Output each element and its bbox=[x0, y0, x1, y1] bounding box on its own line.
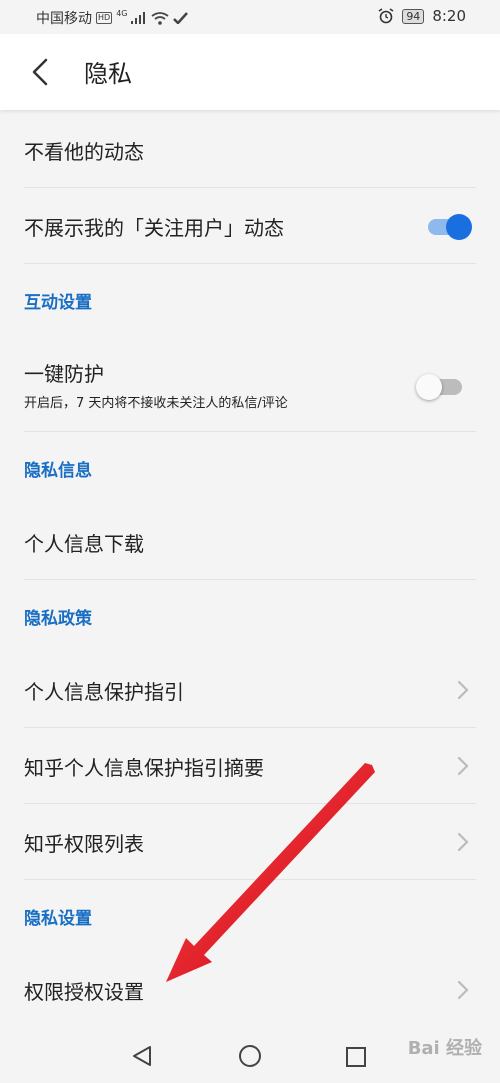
battery-indicator: 94 bbox=[402, 8, 425, 24]
alarm-icon bbox=[378, 8, 394, 24]
chevron-right-icon bbox=[457, 756, 469, 776]
row-description: 开启后，7 天内将不接收未关注人的私信/评论 bbox=[24, 396, 288, 411]
section-title: 隐私设置 bbox=[24, 909, 92, 929]
wifi-icon bbox=[151, 11, 170, 25]
row-download-info[interactable]: 个人信息下载 bbox=[0, 504, 500, 580]
row-auth-settings[interactable]: 权限授权设置 bbox=[0, 952, 500, 1028]
toggle-one-key-protect[interactable] bbox=[416, 374, 462, 400]
row-permission-list[interactable]: 知乎权限列表 bbox=[0, 804, 500, 880]
row-one-key-protect: 一键防护 开启后，7 天内将不接收未关注人的私信/评论 bbox=[0, 336, 500, 432]
row-label: 不展示我的「关注用户」动态 bbox=[24, 216, 284, 240]
row-guide-summary[interactable]: 知乎个人信息保护指引摘要 bbox=[0, 728, 500, 804]
circle-home-icon[interactable] bbox=[238, 1044, 262, 1068]
row-label: 知乎个人信息保护指引摘要 bbox=[24, 756, 264, 780]
status-left: 中国移动 HD 4G bbox=[36, 8, 189, 28]
status-time: 8:20 bbox=[432, 7, 466, 25]
chevron-right-icon bbox=[457, 832, 469, 852]
row-label: 不看他的动态 bbox=[24, 140, 144, 164]
row-label: 一键防护 bbox=[24, 362, 104, 386]
section-privacy-settings: 隐私设置 bbox=[0, 880, 500, 952]
settings-list: 不看他的动态 不展示我的「关注用户」动态 互动设置 一键防护 开启后，7 天内将… bbox=[0, 112, 500, 1028]
row-label: 个人信息保护指引 bbox=[24, 680, 184, 704]
carrier-name: 中国移动 bbox=[36, 11, 92, 27]
toggle-no-follow-activity[interactable] bbox=[428, 214, 472, 240]
section-privacy-policy: 隐私政策 bbox=[0, 580, 500, 652]
row-label: 权限授权设置 bbox=[24, 980, 144, 1004]
watermark: Bai 经验 bbox=[407, 1038, 482, 1059]
status-right: 94 8:20 bbox=[378, 7, 466, 25]
nfc-icon bbox=[173, 12, 189, 24]
back-chevron-icon[interactable] bbox=[26, 56, 58, 88]
app-header: 隐私 bbox=[0, 34, 500, 110]
hd-badge: HD bbox=[96, 12, 113, 24]
section-title: 隐私政策 bbox=[24, 609, 92, 629]
section-privacy-info: 隐私信息 bbox=[0, 432, 500, 504]
chevron-right-icon bbox=[457, 680, 469, 700]
toggle-knob bbox=[446, 214, 472, 240]
chevron-right-icon bbox=[457, 980, 469, 1000]
row-label: 个人信息下载 bbox=[24, 532, 144, 556]
row-no-follow-activity: 不展示我的「关注用户」动态 bbox=[0, 188, 500, 264]
toggle-knob bbox=[416, 374, 442, 400]
signal-icon bbox=[131, 12, 146, 24]
section-interaction: 互动设置 bbox=[0, 264, 500, 336]
network-type: 4G bbox=[116, 8, 128, 18]
row-label: 知乎权限列表 bbox=[24, 832, 144, 856]
row-hide-activity[interactable]: 不看他的动态 bbox=[0, 112, 500, 188]
triangle-back-icon[interactable] bbox=[130, 1044, 154, 1068]
page-title: 隐私 bbox=[84, 60, 132, 88]
section-title: 隐私信息 bbox=[24, 461, 92, 481]
row-protect-guide[interactable]: 个人信息保护指引 bbox=[0, 652, 500, 728]
section-title: 互动设置 bbox=[24, 293, 92, 313]
square-recent-icon[interactable] bbox=[345, 1046, 367, 1068]
status-bar: 中国移动 HD 4G 94 8:20 bbox=[0, 0, 500, 34]
